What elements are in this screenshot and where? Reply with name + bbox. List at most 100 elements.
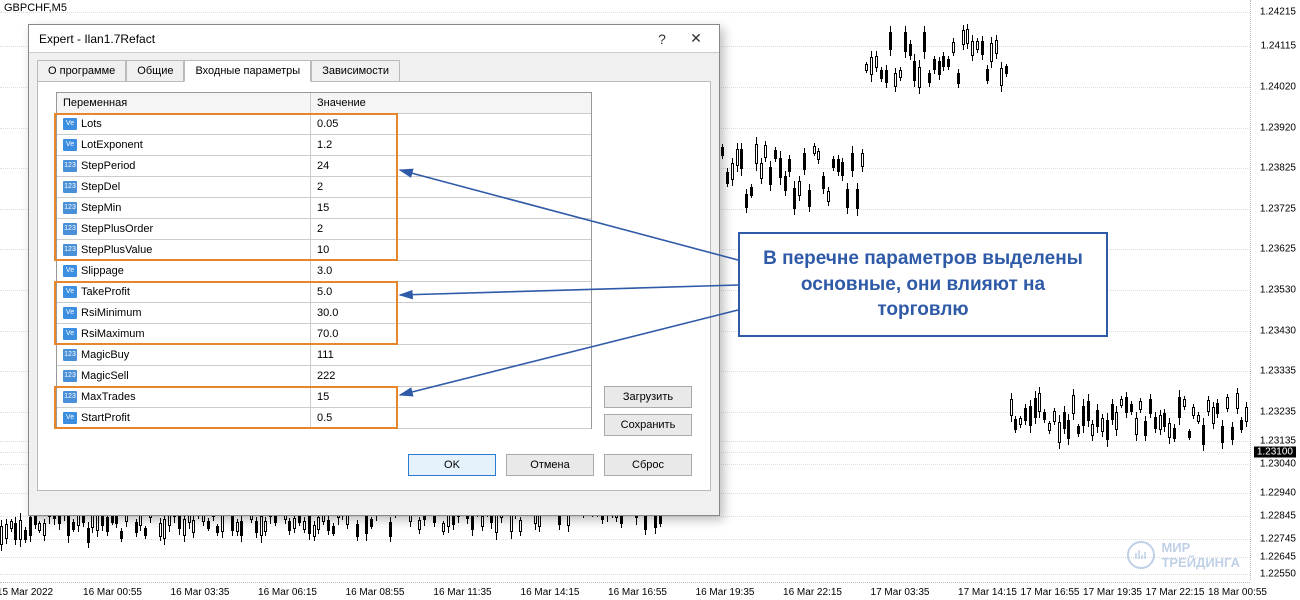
time-tick: 16 Mar 03:35 bbox=[171, 587, 230, 598]
price-tick: 1.24020 bbox=[1260, 82, 1296, 93]
param-value[interactable]: 0.5 bbox=[311, 408, 591, 428]
price-tick: 1.23235 bbox=[1260, 406, 1296, 417]
param-row[interactable]: 123 StepDel 2 bbox=[57, 177, 591, 198]
param-value[interactable]: 2 bbox=[311, 219, 591, 239]
param-value[interactable]: 111 bbox=[311, 345, 591, 365]
param-name: StepPeriod bbox=[81, 156, 135, 176]
type-int-icon: 123 bbox=[63, 181, 77, 193]
param-name: RsiMinimum bbox=[81, 303, 142, 323]
param-value[interactable]: 222 bbox=[311, 366, 591, 386]
param-name: TakeProfit bbox=[81, 282, 130, 302]
type-int-icon: 123 bbox=[63, 160, 77, 172]
type-int-icon: 123 bbox=[63, 391, 77, 403]
save-button[interactable]: Сохранить bbox=[604, 414, 692, 436]
dialog-buttons: OK Отмена Сброс bbox=[408, 454, 692, 476]
type-double-icon: Ve bbox=[63, 265, 77, 277]
load-button[interactable]: Загрузить bbox=[604, 386, 692, 408]
price-tick: 1.22845 bbox=[1260, 511, 1296, 522]
close-button[interactable]: ✕ bbox=[679, 30, 713, 47]
type-double-icon: Ve bbox=[63, 328, 77, 340]
param-value[interactable]: 3.0 bbox=[311, 261, 591, 281]
ok-button[interactable]: OK bbox=[408, 454, 496, 476]
price-axis: 1.242151.241151.240201.239201.238251.237… bbox=[1250, 0, 1300, 580]
time-tick: 16 Mar 06:15 bbox=[258, 587, 317, 598]
tab-0[interactable]: О программе bbox=[37, 60, 126, 82]
type-double-icon: Ve bbox=[63, 139, 77, 151]
time-tick: 17 Mar 19:35 bbox=[1083, 587, 1142, 598]
time-tick: 16 Mar 14:15 bbox=[521, 587, 580, 598]
type-double-icon: Ve bbox=[63, 412, 77, 424]
column-header-variable[interactable]: Переменная bbox=[57, 93, 311, 113]
price-tick: 1.22550 bbox=[1260, 569, 1296, 580]
param-row[interactable]: Ve Slippage 3.0 bbox=[57, 261, 591, 282]
param-value[interactable]: 2 bbox=[311, 177, 591, 197]
time-axis: 15 Mar 2022 16 Mar 00:55 16 Mar 03:35 16 Ma… bbox=[0, 582, 1250, 600]
price-tick: 1.24115 bbox=[1261, 41, 1296, 52]
price-tick: 1.24215 bbox=[1260, 6, 1296, 17]
time-tick: 15 Mar 2022 bbox=[0, 587, 53, 598]
price-tick: 1.23725 bbox=[1260, 203, 1296, 214]
param-row[interactable]: Ve RsiMinimum 30.0 bbox=[57, 303, 591, 324]
reset-button[interactable]: Сброс bbox=[604, 454, 692, 476]
dialog-tabs: О программеОбщиеВходные параметрыЗависим… bbox=[29, 53, 719, 81]
param-name: Lots bbox=[81, 114, 102, 134]
time-tick: 16 Mar 16:55 bbox=[608, 587, 667, 598]
help-button[interactable]: ? bbox=[645, 31, 679, 47]
param-name: MagicSell bbox=[81, 366, 129, 386]
type-int-icon: 123 bbox=[63, 244, 77, 256]
dialog-title: Expert - Ilan1.7Refact bbox=[39, 32, 645, 46]
param-row[interactable]: 123MagicBuy111 bbox=[57, 345, 591, 366]
time-tick: 17 Mar 22:15 bbox=[1146, 587, 1205, 598]
dialog-titlebar[interactable]: Expert - Ilan1.7Refact ? ✕ bbox=[29, 25, 719, 53]
param-value[interactable]: 1.2 bbox=[311, 135, 591, 155]
param-row[interactable]: 123 StepMin 15 bbox=[57, 198, 591, 219]
annotation-callout: В перечне параметров выделены основные, … bbox=[738, 232, 1108, 337]
param-row[interactable]: 123 MagicSell 222 bbox=[57, 366, 591, 387]
param-name: StepPlusOrder bbox=[81, 219, 153, 239]
param-value[interactable]: 70.0 bbox=[311, 324, 591, 344]
type-double-icon: Ve bbox=[63, 307, 77, 319]
param-row[interactable]: VeLots0.05 bbox=[57, 114, 591, 135]
param-name: StepMin bbox=[81, 198, 121, 218]
tab-2[interactable]: Входные параметры bbox=[184, 60, 311, 82]
param-name: StepDel bbox=[81, 177, 120, 197]
param-value[interactable]: 10 bbox=[311, 240, 591, 260]
time-tick: 17 Mar 03:35 bbox=[871, 587, 930, 598]
price-tick: 1.22940 bbox=[1260, 488, 1296, 499]
tab-1[interactable]: Общие bbox=[126, 60, 184, 82]
param-name: StartProfit bbox=[81, 408, 130, 428]
param-row[interactable]: Ve StartProfit 0.5 bbox=[57, 408, 591, 429]
type-int-icon: 123 bbox=[63, 349, 77, 361]
param-row[interactable]: 123StepPlusOrder2 bbox=[57, 219, 591, 240]
param-value[interactable]: 30.0 bbox=[311, 303, 591, 323]
param-value[interactable]: 5.0 bbox=[311, 282, 591, 302]
watermark-line1: МИР bbox=[1161, 540, 1240, 555]
cancel-button[interactable]: Отмена bbox=[506, 454, 594, 476]
param-row[interactable]: 123 MaxTrades 15 bbox=[57, 387, 591, 408]
param-value[interactable]: 0.05 bbox=[311, 114, 591, 134]
price-tick: 1.22645 bbox=[1260, 551, 1296, 562]
param-row[interactable]: VeTakeProfit5.0 bbox=[57, 282, 591, 303]
time-tick: 18 Mar 00:55 bbox=[1208, 587, 1267, 598]
type-int-icon: 123 bbox=[63, 370, 77, 382]
price-tick: 1.23920 bbox=[1260, 122, 1296, 133]
param-row[interactable]: 123StepPlusValue10 bbox=[57, 240, 591, 261]
annotation-text: В перечне параметров выделены основные, … bbox=[763, 248, 1083, 320]
type-int-icon: 123 bbox=[63, 202, 77, 214]
watermark-logo: МИР ТРЕЙДИНГА bbox=[1127, 540, 1240, 570]
param-value[interactable]: 15 bbox=[311, 198, 591, 218]
tab-3[interactable]: Зависимости bbox=[311, 60, 400, 82]
watermark-line2: ТРЕЙДИНГА bbox=[1161, 555, 1240, 570]
param-value[interactable]: 24 bbox=[311, 156, 591, 176]
price-tick: 1.23625 bbox=[1260, 244, 1296, 255]
time-tick: 16 Mar 11:35 bbox=[433, 587, 491, 598]
param-name: Slippage bbox=[81, 261, 124, 281]
column-header-value[interactable]: Значение bbox=[311, 93, 591, 113]
param-value[interactable]: 15 bbox=[311, 387, 591, 407]
param-row[interactable]: VeLotExponent1.2 bbox=[57, 135, 591, 156]
expert-properties-dialog: Expert - Ilan1.7Refact ? ✕ О программеОб… bbox=[28, 24, 720, 516]
param-name: MaxTrades bbox=[81, 387, 136, 407]
param-row[interactable]: VeRsiMaximum70.0 bbox=[57, 324, 591, 345]
param-row[interactable]: 123 StepPeriod 24 bbox=[57, 156, 591, 177]
time-tick: 16 Mar 00:55 bbox=[83, 587, 142, 598]
